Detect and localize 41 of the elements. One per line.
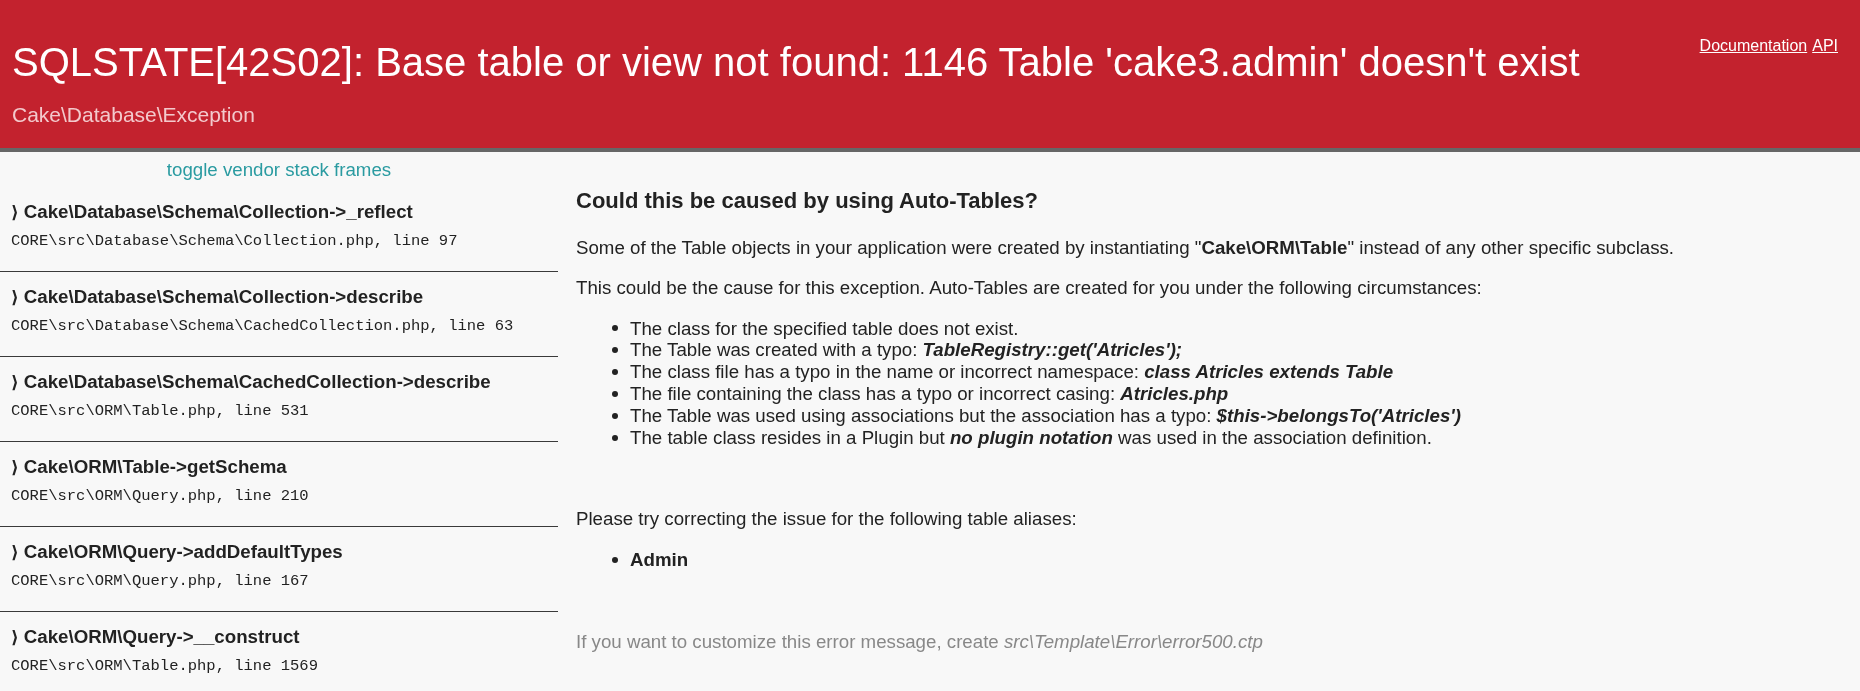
table-alias: Admin	[630, 548, 689, 571]
bullet-icon	[611, 369, 618, 376]
exception-class: Cake\Database\Exception	[12, 103, 256, 127]
bullet-icon	[611, 325, 618, 332]
file-location: CORE\src\Database\Schema\Collection.php, line 97	[11, 231, 458, 251]
circumstance-item: The class for the specified table does not exist.	[630, 317, 1019, 340]
file-location: CORE\src\ORM\Table.php, line 1569	[11, 656, 318, 676]
chevron-icon: ⟩	[11, 286, 19, 308]
bullet-icon	[611, 391, 618, 398]
stack-frame-function[interactable]: Cake\Database\Schema\Collection->_reflect	[23, 201, 413, 223]
explanation-text: Some of the Table objects in your application were created by instantiating "Cake\ORM\Table" instead of any other specific subclass.	[576, 237, 1676, 259]
error-title: SQLSTATE[42S02]: Base table or view not found: 1146 Table 'cake3.admin' doesn't exist	[12, 39, 1580, 85]
circumstance-item: The file containing the class has a typo or incorrect casing: Atricles.php	[630, 383, 1229, 406]
chevron-icon: ⟩	[11, 541, 19, 563]
file-location: CORE\src\ORM\Query.php, line 167	[11, 571, 309, 591]
circumstance-item: The table class resides in a Plugin but no plugin notation was used in the association definition.	[630, 426, 1432, 449]
stack-frame-function[interactable]: Cake\ORM\Table->getSchema	[23, 456, 287, 478]
chevron-icon: ⟩	[11, 456, 19, 478]
aliases-intro: Please try correcting the issue for the following table aliases:	[576, 507, 1078, 530]
circumstance-item: The Table was created with a typo: TableRegistry::get('Atricles');	[630, 339, 1183, 362]
stack-frame-function[interactable]: Cake\Database\Schema\Collection->describe	[23, 286, 424, 308]
bullet-icon	[611, 413, 618, 419]
chevron-icon: ⟩	[11, 201, 19, 223]
bullet-icon	[611, 434, 618, 441]
section-heading: Could this be caused by using Auto-Tables?	[576, 188, 1040, 214]
chevron-icon: ⟩	[11, 626, 19, 648]
circumstance-item: The class file has a typo in the name or incorrect namespace: class Atricles extends Table	[630, 361, 1394, 384]
explanation-text: This could be the cause for this exception. Auto-Tables are created for you under the following circumstances:	[576, 277, 1483, 299]
stack-frame-function[interactable]: Cake\ORM\Query->addDefaultTypes	[23, 541, 343, 563]
file-location: CORE\src\ORM\Table.php, line 531	[11, 401, 309, 421]
header-link[interactable]: Documentation	[1699, 37, 1808, 55]
file-location: CORE\src\ORM\Query.php, line 210	[11, 486, 309, 506]
stack-frame-function[interactable]: Cake\Database\Schema\CachedCollection->describe	[23, 371, 491, 393]
file-location: CORE\src\Database\Schema\CachedCollection.php, line 63	[11, 316, 514, 336]
bullet-icon	[611, 347, 618, 354]
circumstance-item: The Table was used using associations but the association has a typo: $this->belongsTo('Atricles')	[630, 405, 1461, 427]
chevron-icon: ⟩	[11, 371, 19, 393]
header-link[interactable]: API	[1812, 37, 1838, 55]
stack-frame-function[interactable]: Cake\ORM\Query->__construct	[23, 626, 300, 648]
customize-hint: If you want to customize this error message, create src\Template\Error\error500.ctp	[576, 630, 1264, 653]
bullet-icon	[611, 556, 618, 563]
